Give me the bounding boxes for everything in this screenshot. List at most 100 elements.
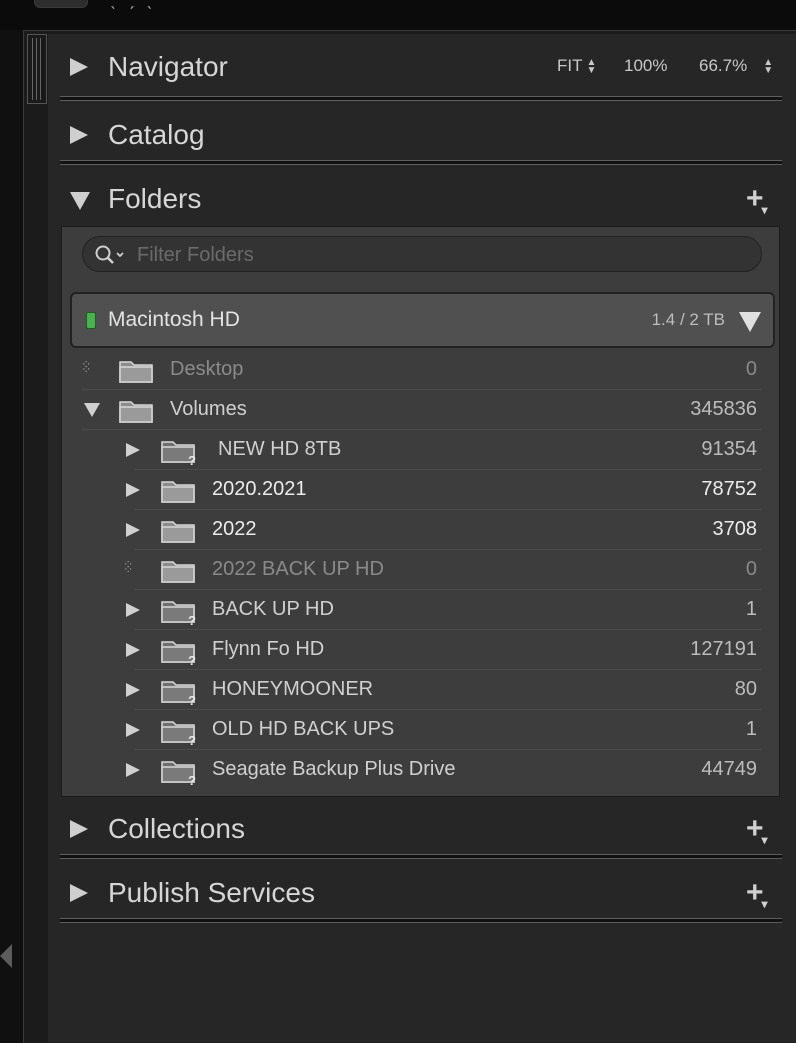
add-publish-service-button[interactable]: +▾ xyxy=(746,876,770,911)
section-divider xyxy=(60,96,782,101)
folder-row[interactable]: 2022 3708 xyxy=(62,510,762,550)
expand-triangle-icon[interactable] xyxy=(126,443,140,457)
svg-text:?: ? xyxy=(188,773,196,786)
folder-name: Volumes xyxy=(170,398,247,420)
volume-usage: 1.4 / 2 TB xyxy=(651,310,725,329)
publish-services-title: Publish Services xyxy=(108,877,315,908)
folder-count: 44749 xyxy=(701,758,757,780)
svg-text:?: ? xyxy=(188,733,196,746)
folder-row[interactable]: ? NEW HD 8TB 91354 xyxy=(62,430,762,470)
folder-row[interactable]: ? Flynn Fo HD 127191 xyxy=(62,630,762,670)
folder-icon xyxy=(119,401,153,423)
collections-title: Collections xyxy=(108,813,245,844)
zoom-custom-option[interactable]: 66.7% ▲ ▼ xyxy=(699,56,773,76)
folder-name: Flynn Fo HD xyxy=(212,638,325,660)
folder-missing-icon: ? xyxy=(161,721,196,746)
collapse-triangle-icon[interactable] xyxy=(70,192,90,210)
folder-count: 127191 xyxy=(690,638,757,660)
module-chip[interactable] xyxy=(34,0,88,8)
expand-triangle-icon[interactable] xyxy=(126,483,140,497)
folder-count: 0 xyxy=(745,558,757,580)
volume-status-led xyxy=(86,312,96,329)
folder-row[interactable]: ·:· ·:· 2022 BACK UP HD 0 xyxy=(62,550,762,590)
expand-triangle-icon[interactable] xyxy=(126,723,140,737)
folder-count: 80 xyxy=(734,678,757,700)
folder-name: Desktop xyxy=(170,358,244,380)
publish-services-header[interactable]: Publish Services +▾ xyxy=(48,862,796,924)
add-folder-button[interactable]: +▾ xyxy=(746,182,770,217)
filter-folders-field[interactable] xyxy=(82,236,762,272)
folder-icon xyxy=(119,361,153,383)
folder-name: 2022 BACK UP HD xyxy=(212,558,384,580)
filter-folders-input[interactable] xyxy=(135,243,739,267)
updown-arrows-icon: ▲ ▼ xyxy=(763,56,774,76)
navigator-header[interactable]: Navigator xyxy=(48,36,796,98)
folder-missing-icon: ? xyxy=(161,761,196,786)
folder-row[interactable]: ? OLD HD BACK UPS 1 xyxy=(62,710,762,750)
folder-name: OLD HD BACK UPS xyxy=(212,718,395,740)
folders-title: Folders xyxy=(108,183,202,214)
folder-row[interactable]: ? HONEYMOONER 80 xyxy=(62,670,762,710)
top-bar: ˎ ˏ ˎ xyxy=(0,0,796,30)
folder-icon xyxy=(161,521,195,543)
expand-triangle-icon[interactable] xyxy=(70,126,88,144)
add-collection-button[interactable]: +▾ xyxy=(746,812,770,847)
folder-name: NEW HD 8TB xyxy=(218,438,342,460)
collapse-panel-arrow-icon[interactable] xyxy=(0,944,12,968)
folder-count: 78752 xyxy=(701,478,757,500)
folder-missing-icon: ? xyxy=(161,681,196,706)
folder-row[interactable]: ? Seagate Backup Plus Drive 44749 xyxy=(62,750,762,790)
collections-header[interactable]: Collections +▾ xyxy=(48,798,796,860)
expand-triangle-icon[interactable] xyxy=(126,603,140,617)
panel-resize-grip[interactable] xyxy=(27,34,47,104)
updown-arrows-icon: ▲ ▼ xyxy=(586,56,597,76)
no-subfolders-icon: ·:· ·:· xyxy=(124,558,132,575)
folder-icon xyxy=(161,561,195,583)
folder-name: 2022 xyxy=(212,518,257,540)
search-icon xyxy=(95,245,124,264)
expand-triangle-icon[interactable] xyxy=(70,884,88,902)
folder-icon xyxy=(161,481,195,503)
expand-triangle-icon[interactable] xyxy=(126,643,140,657)
collapse-triangle-icon[interactable] xyxy=(84,403,100,417)
folder-count: 91354 xyxy=(701,438,757,460)
folder-row[interactable]: ·:· ·:· Desktop 0 xyxy=(62,350,762,390)
no-subfolders-icon: ·:· ·:· xyxy=(82,358,90,375)
top-bar-clipped-text: ˎ ˏ ˎ xyxy=(110,0,156,11)
navigator-title: Navigator xyxy=(108,51,228,82)
folder-row[interactable]: ? BACK UP HD 1 xyxy=(62,590,762,630)
svg-text:?: ? xyxy=(188,653,196,666)
folder-count: 345836 xyxy=(690,398,757,420)
folder-count: 3708 xyxy=(712,518,758,540)
expand-triangle-icon[interactable] xyxy=(126,763,140,777)
svg-text:?: ? xyxy=(188,693,196,706)
zoom-100-option[interactable]: 100% xyxy=(624,56,667,76)
zoom-fit-option[interactable]: FIT ▲ ▼ xyxy=(557,56,596,76)
folder-missing-icon: ? xyxy=(161,601,196,626)
catalog-title: Catalog xyxy=(108,119,205,150)
section-divider xyxy=(60,918,782,923)
folder-count: 0 xyxy=(745,358,757,380)
folders-header[interactable]: Folders +▾ xyxy=(48,168,796,230)
svg-text:?: ? xyxy=(188,613,196,626)
folder-name: HONEYMOONER xyxy=(212,678,374,700)
expand-triangle-icon[interactable] xyxy=(70,820,88,838)
expand-triangle-icon[interactable] xyxy=(126,523,140,537)
volume-macintosh-hd[interactable]: Macintosh HD 1.4 / 2 TB xyxy=(70,292,775,348)
folder-row[interactable]: Volumes 345836 xyxy=(62,390,762,430)
folder-missing-icon: ? xyxy=(161,441,196,466)
folder-count: 1 xyxy=(745,598,757,620)
volume-collapse-triangle-icon[interactable] xyxy=(739,312,761,332)
section-divider xyxy=(60,854,782,859)
folder-name: 2020.2021 xyxy=(212,478,307,500)
expand-triangle-icon[interactable] xyxy=(70,58,88,76)
expand-triangle-icon[interactable] xyxy=(126,683,140,697)
svg-text:?: ? xyxy=(188,453,196,466)
section-divider xyxy=(60,160,782,165)
folder-row[interactable]: 2020.2021 78752 xyxy=(62,470,762,510)
volume-name: Macintosh HD xyxy=(108,308,240,331)
left-edge xyxy=(0,30,23,1042)
folder-name: BACK UP HD xyxy=(212,598,334,620)
folder-name: Seagate Backup Plus Drive xyxy=(212,758,456,780)
catalog-header[interactable]: Catalog xyxy=(48,104,796,166)
